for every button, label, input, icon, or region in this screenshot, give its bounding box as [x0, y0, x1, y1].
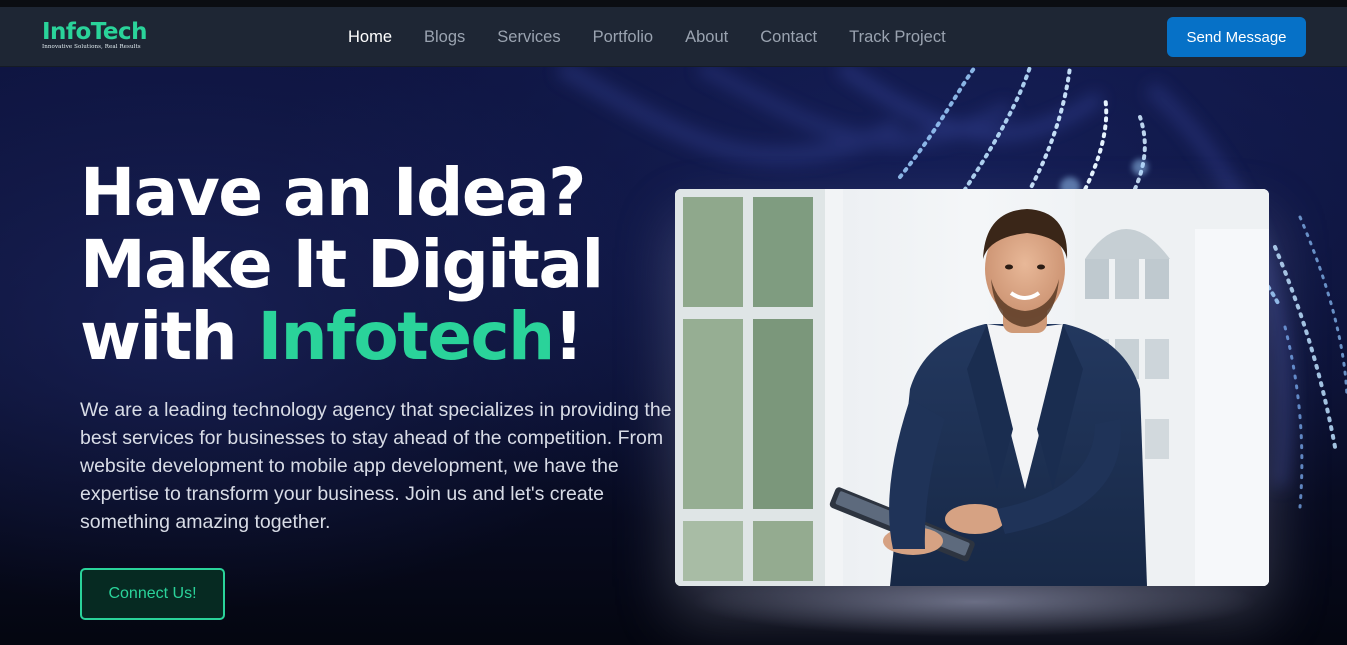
hero-image [675, 189, 1269, 586]
navbar: InfoTech Innovative Solutions, Real Resu… [0, 7, 1347, 67]
nav-track-project[interactable]: Track Project [849, 27, 946, 49]
nav-contact[interactable]: Contact [760, 27, 817, 49]
hero-section: Have an Idea? Make It Digital with Infot… [0, 67, 1347, 645]
businessman-with-tablet-photo [675, 189, 1269, 586]
send-message-button[interactable]: Send Message [1167, 17, 1306, 57]
headline-line-3: with Infotech! [80, 301, 670, 373]
nav-home[interactable]: Home [348, 27, 392, 49]
headline-line-1: Have an Idea? [80, 154, 586, 231]
nav-portfolio[interactable]: Portfolio [593, 27, 654, 49]
hero-headline: Have an Idea? Make It Digital with Infot… [80, 157, 670, 373]
main-nav: Home Blogs Services Portfolio About Cont… [348, 27, 978, 49]
brand-logo[interactable]: InfoTech Innovative Solutions, Real Resu… [42, 19, 152, 55]
top-strip [0, 0, 1347, 7]
nav-services[interactable]: Services [497, 27, 560, 49]
nav-about[interactable]: About [685, 27, 728, 49]
headline-line-3-prefix: with [80, 298, 258, 375]
brand-name: InfoTech [42, 19, 147, 45]
brand-tagline: Innovative Solutions, Real Results [42, 44, 141, 50]
connect-us-button[interactable]: Connect Us! [80, 568, 225, 620]
headline-line-2: Make It Digital [80, 226, 604, 303]
headline-accent-brand: Infotech [257, 298, 556, 375]
hero-description: We are a leading technology agency that … [80, 399, 672, 533]
headline-line-3-suffix: ! [553, 298, 584, 375]
nav-blogs[interactable]: Blogs [424, 27, 465, 49]
